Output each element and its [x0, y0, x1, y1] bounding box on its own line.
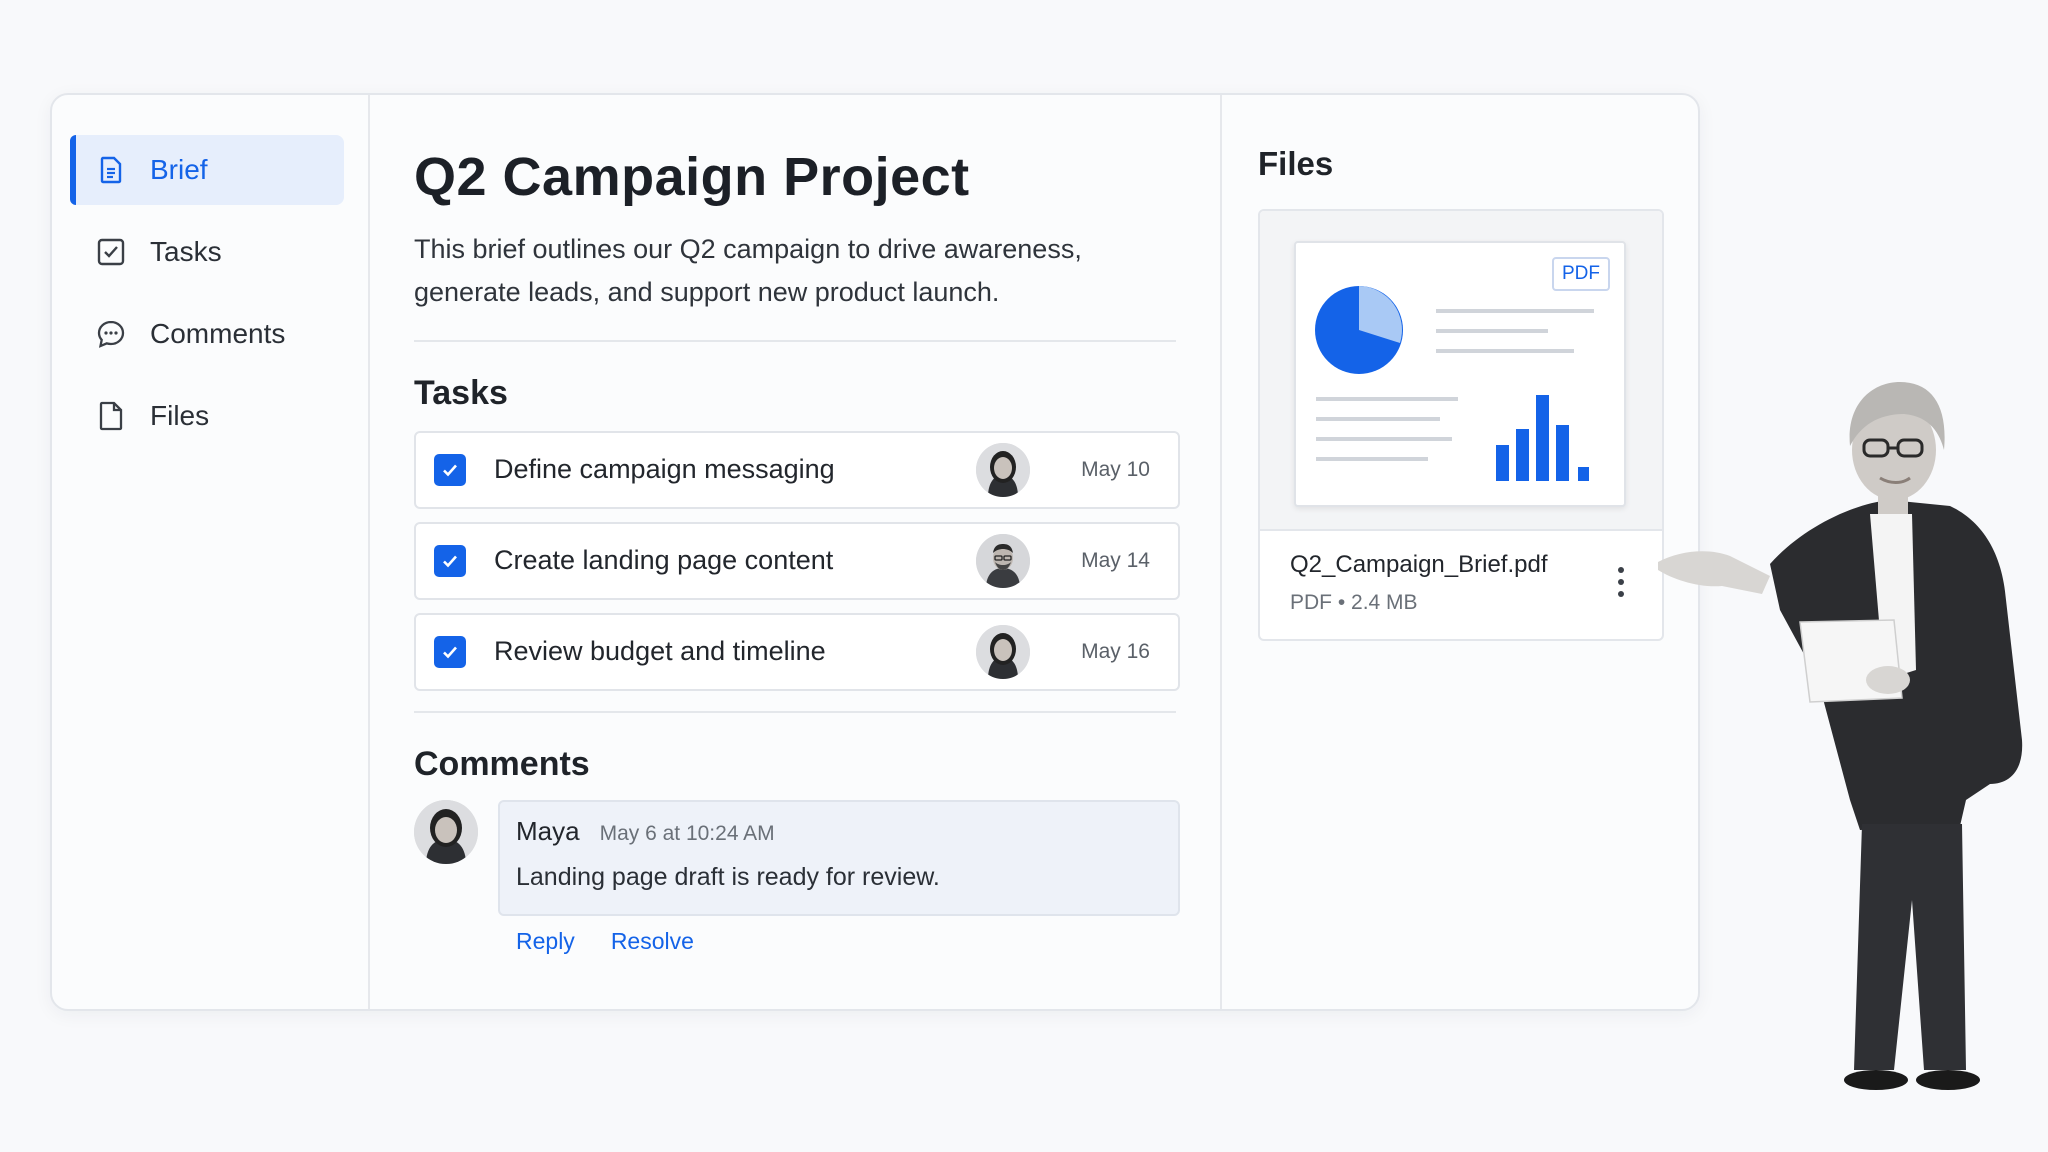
comment: Maya May 6 at 10:24 AM Landing page draf… — [414, 799, 1180, 955]
comments-heading: Comments — [414, 744, 590, 783]
page-description: This brief outlines our Q2 campaign to d… — [414, 233, 1082, 307]
comment-timestamp: May 6 at 10:24 AM — [599, 821, 775, 845]
sidebar: Brief Tasks Comments Files — [52, 95, 370, 1009]
document-thumbnail: PDF — [1294, 241, 1626, 507]
check-icon — [443, 555, 457, 568]
woman-avatar — [976, 442, 1030, 497]
document-icon — [96, 155, 126, 185]
more-options-icon[interactable] — [1616, 567, 1626, 601]
task-date: May 14 — [1081, 548, 1150, 572]
divider — [414, 710, 1176, 713]
sidebar-item-files[interactable]: Files — [70, 381, 344, 451]
chat-bubble-icon — [96, 319, 126, 349]
pdf-badge: PDF — [1552, 257, 1610, 291]
sidebar-item-label: Files — [150, 400, 210, 431]
file-icon — [96, 401, 126, 431]
text-lines — [1436, 309, 1594, 353]
avatar — [414, 799, 478, 864]
sidebar-item-label: Comments — [150, 318, 286, 349]
task-row[interactable]: Define campaign messaging May 10 — [414, 430, 1180, 509]
sidebar-item-brief[interactable]: Brief — [70, 135, 344, 205]
files-panel: Files PDF Q2_Campaign_Brief.pdf PDF • 2.… — [1222, 95, 1698, 1009]
comment-text: Landing page draft is ready for review. — [516, 862, 940, 891]
resolve-link[interactable]: Resolve — [611, 928, 694, 955]
comment-author: Maya — [516, 815, 580, 846]
check-icon — [443, 464, 457, 477]
app-window: Brief Tasks Comments Files Q2 Campaign P… — [50, 93, 1700, 1011]
sidebar-item-label: Tasks — [150, 236, 222, 267]
file-name: Q2_Campaign_Brief.pdf — [1290, 551, 1548, 578]
task-list: Define campaign messaging May 10 Create … — [414, 430, 1180, 691]
page-title: Q2 Campaign Project — [414, 147, 970, 207]
sidebar-item-label: Brief — [150, 154, 208, 185]
task-date: May 16 — [1081, 639, 1150, 663]
files-heading: Files — [1258, 145, 1334, 182]
file-preview: PDF — [1260, 211, 1662, 531]
sidebar-item-comments[interactable]: Comments — [70, 299, 344, 369]
file-meta: PDF • 2.4 MB — [1290, 591, 1418, 614]
man-avatar — [976, 533, 1030, 588]
task-label: Create landing page content — [494, 545, 834, 576]
task-checkbox[interactable] — [434, 453, 466, 486]
sidebar-item-tasks[interactable]: Tasks — [70, 217, 344, 287]
presenter-figure — [1658, 382, 2023, 1090]
main-content: Q2 Campaign Project This brief outlines … — [370, 95, 1222, 1009]
task-checkbox[interactable] — [434, 544, 466, 577]
task-row[interactable]: Review budget and timeline May 16 — [414, 612, 1180, 691]
bar-chart-icon — [1496, 395, 1589, 481]
comment-bubble: Maya May 6 at 10:24 AM Landing page draf… — [498, 799, 1180, 916]
task-checkbox[interactable] — [434, 635, 466, 668]
text-lines — [1316, 397, 1458, 461]
reply-link[interactable]: Reply — [516, 928, 575, 955]
divider — [414, 339, 1176, 342]
task-label: Review budget and timeline — [494, 636, 826, 667]
task-row[interactable]: Create landing page content May 14 — [414, 521, 1180, 600]
woman-avatar — [976, 624, 1030, 679]
task-date: May 10 — [1081, 457, 1150, 481]
file-card[interactable]: PDF Q2_Campaign_Brief.pdf PDF • 2.4 MB — [1258, 209, 1664, 641]
task-label: Define campaign messaging — [494, 454, 835, 485]
check-icon — [443, 646, 457, 659]
pie-chart-icon — [1315, 286, 1403, 374]
checkbox-icon — [96, 237, 126, 267]
tasks-heading: Tasks — [414, 373, 508, 412]
